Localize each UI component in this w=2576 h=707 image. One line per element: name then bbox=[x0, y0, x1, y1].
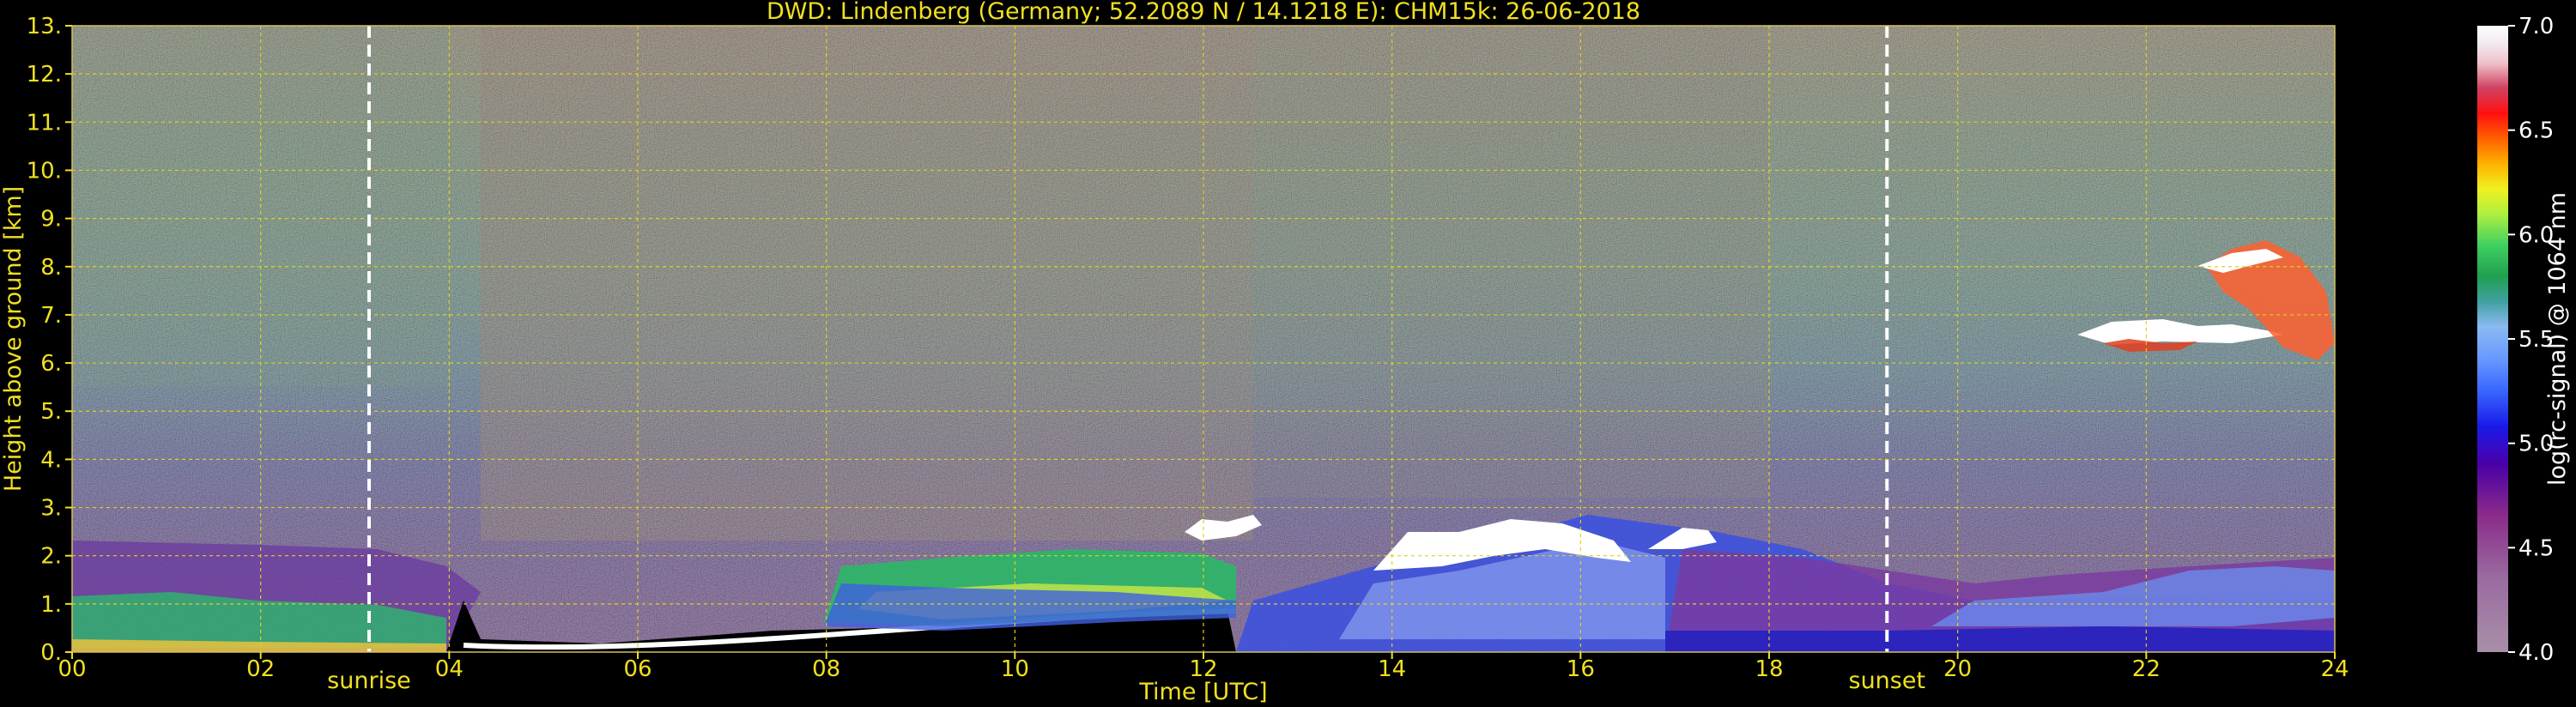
colorbar-tick-label: 6.5 bbox=[2518, 118, 2554, 144]
x-tick-label: 06 bbox=[623, 656, 652, 682]
y-tick-label: 2. bbox=[40, 544, 62, 570]
x-axis-label: Time [UTC] bbox=[1138, 679, 1267, 705]
x-tick-label: 20 bbox=[1943, 656, 1972, 682]
y-tick-label: 13. bbox=[27, 14, 62, 39]
plot-area bbox=[72, 26, 2335, 652]
x-tick-label: 24 bbox=[2320, 656, 2349, 682]
x-tick-label: 02 bbox=[246, 656, 275, 682]
y-tick-label: 7. bbox=[40, 303, 62, 329]
y-tick-label: 8. bbox=[40, 255, 62, 281]
y-tick-label: 6. bbox=[40, 351, 62, 377]
colorbar-tick-label: 4.0 bbox=[2518, 640, 2554, 666]
x-tick-label: 14 bbox=[1378, 656, 1406, 682]
colorbar-tick-label: 7.0 bbox=[2518, 14, 2554, 39]
marker-label-sunset: sunset bbox=[1849, 668, 1926, 694]
y-tick-label: 5. bbox=[40, 399, 62, 425]
y-tick-label: 10. bbox=[27, 158, 62, 184]
x-tick-label: 08 bbox=[812, 656, 840, 682]
x-tick-label: 18 bbox=[1755, 656, 1783, 682]
y-tick-label: 9. bbox=[40, 207, 62, 233]
colorbar-label: log(rc-signal) @ 1064 nm bbox=[2544, 192, 2571, 486]
chart-title: DWD: Lindenberg (Germany; 52.2089 N / 14… bbox=[767, 0, 1640, 25]
x-tick-label: 00 bbox=[58, 656, 86, 682]
colorbar bbox=[2477, 26, 2508, 652]
x-tick-label: 16 bbox=[1567, 656, 1595, 682]
ceilometer-chart: sunrise sunset 0.1.2.3.4.5.6.7.8.9.10.11.… bbox=[0, 0, 2571, 705]
y-tick-label: 1. bbox=[40, 592, 62, 618]
y-tick-label: 11. bbox=[27, 110, 62, 136]
y-tick-label: 4. bbox=[40, 447, 62, 473]
y-tick-label: 3. bbox=[40, 496, 62, 522]
colorbar-tick-label: 4.5 bbox=[2518, 535, 2554, 561]
x-tick-label: 04 bbox=[435, 656, 464, 682]
x-tick-label: 10 bbox=[1001, 656, 1029, 682]
y-tick-label: 12. bbox=[27, 62, 62, 88]
marker-label-sunrise: sunrise bbox=[327, 668, 411, 694]
y-axis: 0.1.2.3.4.5.6.7.8.9.10.11.12.13. bbox=[27, 14, 72, 666]
x-tick-label: 22 bbox=[2132, 656, 2161, 682]
y-axis-label: Height above ground [km] bbox=[0, 186, 27, 492]
